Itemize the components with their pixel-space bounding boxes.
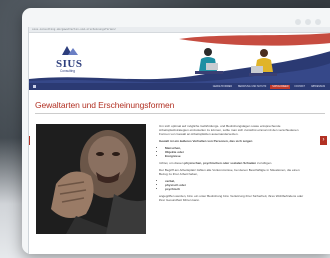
- workplace-paragraph: Der Begriff am Arbeitsplatz zählen alle …: [159, 168, 300, 176]
- window-dot[interactable]: [305, 19, 311, 25]
- harm-text-post: zuzufügen.: [257, 161, 273, 165]
- site-header: SIUS Consulting: [29, 33, 330, 83]
- article-body: Um sich optimal auf mögliche Gefährdungs…: [159, 124, 309, 205]
- address-url: sius-consulting.de/gewaltarten-und-ersch…: [32, 28, 117, 31]
- window-controls: [295, 19, 321, 25]
- attack-type-list: verbal, physisch oder psychisch: [165, 179, 309, 191]
- window-dot[interactable]: [315, 19, 321, 25]
- website-viewport: sius-consulting.de/gewaltarten-und-ersch…: [28, 27, 330, 254]
- lead-paragraph: Gewalt ist ein äußeres Verhalten von Per…: [159, 139, 309, 143]
- list-item: Ereignisse: [165, 154, 309, 158]
- nav-item-schulungen[interactable]: SCHULUNGEN: [270, 84, 291, 89]
- list-item: psychisch: [165, 187, 309, 191]
- nav-menu: GEWALTFORMEN BERATUNG UND SCHUTZ SCHULUN…: [211, 84, 327, 89]
- nav-item-beratung[interactable]: BERATUNG UND SCHUTZ: [236, 85, 268, 89]
- person-laptop-right-icon: [249, 49, 277, 76]
- logo-mark-icon: [62, 46, 78, 55]
- target-list: Menschen, Objekte oder Ereignisse: [165, 146, 309, 158]
- lead-text: Gewalt ist ein äußeres Verhalten von Per…: [159, 139, 253, 143]
- slider-prev-button[interactable]: ‹: [29, 136, 30, 145]
- hero-photo: [36, 124, 146, 234]
- home-icon[interactable]: [33, 85, 36, 88]
- intro-paragraph: Um sich optimal auf mögliche Gefährdungs…: [159, 124, 299, 136]
- main-navigation: GEWALTFORMEN BERATUNG UND SCHUTZ SCHULUN…: [29, 83, 330, 90]
- angry-man-fist-image: [36, 124, 146, 234]
- harm-text-pre: richtet, um diesen: [159, 161, 184, 165]
- nav-item-impressum[interactable]: IMPRESSUM: [309, 85, 327, 89]
- site-logo[interactable]: SIUS Consulting: [43, 42, 83, 73]
- title-divider: [35, 113, 325, 114]
- nav-item-gewaltformen[interactable]: GEWALTFORMEN: [211, 85, 234, 89]
- main-content: Gewaltarten und Erscheinungsformen ‹ › U…: [29, 100, 330, 234]
- harm-text-bold: physischen, psychischen oder sozialen Sc…: [184, 161, 257, 165]
- slider-next-button[interactable]: ›: [320, 136, 327, 145]
- page-title: Gewaltarten und Erscheinungsformen: [35, 100, 175, 110]
- harm-paragraph: richtet, um diesen physischen, psychisch…: [159, 161, 309, 165]
- person-laptop-left-icon: [195, 48, 223, 74]
- nav-item-kontakt[interactable]: KONTAKT: [292, 85, 307, 89]
- window-dot[interactable]: [295, 19, 301, 25]
- closing-paragraph: angegriffen werden, bzw. ein unter Bedro…: [159, 194, 304, 202]
